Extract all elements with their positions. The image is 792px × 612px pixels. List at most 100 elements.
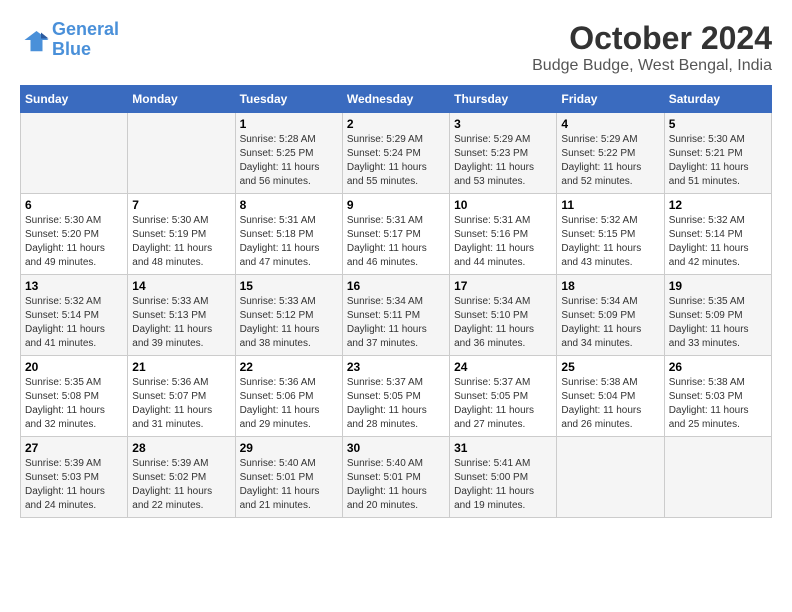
day-info: Sunrise: 5:30 AMSunset: 5:21 PMDaylight:… (669, 133, 767, 189)
calendar-cell (21, 113, 128, 194)
day-number: 20 (25, 360, 123, 374)
calendar-cell: 29 Sunrise: 5:40 AMSunset: 5:01 PMDayligh… (235, 437, 342, 518)
day-info: Sunrise: 5:29 AMSunset: 5:24 PMDaylight:… (347, 133, 445, 189)
day-number: 22 (240, 360, 338, 374)
day-number: 1 (240, 117, 338, 131)
day-info: Sunrise: 5:29 AMSunset: 5:23 PMDaylight:… (454, 133, 552, 189)
day-info: Sunrise: 5:34 AMSunset: 5:11 PMDaylight:… (347, 295, 445, 351)
day-number: 28 (132, 441, 230, 455)
day-info: Sunrise: 5:35 AMSunset: 5:08 PMDaylight:… (25, 376, 123, 432)
logo-line2: Blue (52, 39, 91, 59)
day-number: 26 (669, 360, 767, 374)
day-number: 13 (25, 279, 123, 293)
day-info: Sunrise: 5:40 AMSunset: 5:01 PMDaylight:… (240, 457, 338, 513)
calendar-cell: 1 Sunrise: 5:28 AMSunset: 5:25 PMDaylight… (235, 113, 342, 194)
day-number: 16 (347, 279, 445, 293)
day-info: Sunrise: 5:38 AMSunset: 5:04 PMDaylight:… (561, 376, 659, 432)
day-number: 27 (25, 441, 123, 455)
calendar-cell: 12 Sunrise: 5:32 AMSunset: 5:14 PMDayligh… (664, 194, 771, 275)
day-info: Sunrise: 5:37 AMSunset: 5:05 PMDaylight:… (454, 376, 552, 432)
day-info: Sunrise: 5:33 AMSunset: 5:13 PMDaylight:… (132, 295, 230, 351)
main-title: October 2024 (532, 20, 772, 57)
calendar-cell: 14 Sunrise: 5:33 AMSunset: 5:13 PMDayligh… (128, 275, 235, 356)
day-number: 7 (132, 198, 230, 212)
calendar-cell: 10Sunrise: 5:31 AMSunset: 5:16 PMDayligh… (450, 194, 557, 275)
calendar-cell: 30Sunrise: 5:40 AMSunset: 5:01 PMDayligh… (342, 437, 449, 518)
day-info: Sunrise: 5:30 AMSunset: 5:20 PMDaylight:… (25, 214, 123, 270)
calendar-cell: 7 Sunrise: 5:30 AMSunset: 5:19 PMDaylight… (128, 194, 235, 275)
week-row-3: 13 Sunrise: 5:32 AMSunset: 5:14 PMDayligh… (21, 275, 772, 356)
day-info: Sunrise: 5:39 AMSunset: 5:02 PMDaylight:… (132, 457, 230, 513)
day-number: 14 (132, 279, 230, 293)
calendar-cell: 28 Sunrise: 5:39 AMSunset: 5:02 PMDayligh… (128, 437, 235, 518)
day-number: 11 (561, 198, 659, 212)
calendar-cell: 9 Sunrise: 5:31 AMSunset: 5:17 PMDaylight… (342, 194, 449, 275)
week-row-4: 20 Sunrise: 5:35 AMSunset: 5:08 PMDayligh… (21, 356, 772, 437)
day-info: Sunrise: 5:40 AMSunset: 5:01 PMDaylight:… (347, 457, 445, 513)
header-sunday: Sunday (21, 86, 128, 113)
calendar-cell: 23Sunrise: 5:37 AMSunset: 5:05 PMDayligh… (342, 356, 449, 437)
day-number: 12 (669, 198, 767, 212)
calendar-cell: 3 Sunrise: 5:29 AMSunset: 5:23 PMDaylight… (450, 113, 557, 194)
day-info: Sunrise: 5:36 AMSunset: 5:07 PMDaylight:… (132, 376, 230, 432)
day-number: 24 (454, 360, 552, 374)
day-info: Sunrise: 5:32 AMSunset: 5:15 PMDaylight:… (561, 214, 659, 270)
calendar-cell: 4Sunrise: 5:29 AMSunset: 5:22 PMDaylight… (557, 113, 664, 194)
calendar-table: SundayMondayTuesdayWednesdayThursdayFrid… (20, 85, 772, 518)
calendar-cell: 21 Sunrise: 5:36 AMSunset: 5:07 PMDayligh… (128, 356, 235, 437)
day-info: Sunrise: 5:38 AMSunset: 5:03 PMDaylight:… (669, 376, 767, 432)
day-number: 21 (132, 360, 230, 374)
calendar-cell: 27 Sunrise: 5:39 AMSunset: 5:03 PMDayligh… (21, 437, 128, 518)
header-wednesday: Wednesday (342, 86, 449, 113)
calendar-cell (557, 437, 664, 518)
calendar-cell: 19 Sunrise: 5:35 AMSunset: 5:09 PMDayligh… (664, 275, 771, 356)
day-number: 4 (561, 117, 659, 131)
day-info: Sunrise: 5:31 AMSunset: 5:18 PMDaylight:… (240, 214, 338, 270)
day-number: 9 (347, 198, 445, 212)
day-number: 29 (240, 441, 338, 455)
day-number: 17 (454, 279, 552, 293)
calendar-cell: 2 Sunrise: 5:29 AMSunset: 5:24 PMDaylight… (342, 113, 449, 194)
day-info: Sunrise: 5:32 AMSunset: 5:14 PMDaylight:… (669, 214, 767, 270)
day-number: 25 (561, 360, 659, 374)
day-info: Sunrise: 5:34 AMSunset: 5:10 PMDaylight:… (454, 295, 552, 351)
header-tuesday: Tuesday (235, 86, 342, 113)
day-number: 10 (454, 198, 552, 212)
calendar-cell (128, 113, 235, 194)
calendar-cell: 18Sunrise: 5:34 AMSunset: 5:09 PMDayligh… (557, 275, 664, 356)
day-info: Sunrise: 5:32 AMSunset: 5:14 PMDaylight:… (25, 295, 123, 351)
calendar-cell: 25 Sunrise: 5:38 AMSunset: 5:04 PMDayligh… (557, 356, 664, 437)
day-info: Sunrise: 5:39 AMSunset: 5:03 PMDaylight:… (25, 457, 123, 513)
day-number: 5 (669, 117, 767, 131)
day-info: Sunrise: 5:41 AMSunset: 5:00 PMDaylight:… (454, 457, 552, 513)
calendar-cell: 8 Sunrise: 5:31 AMSunset: 5:18 PMDaylight… (235, 194, 342, 275)
week-row-5: 27 Sunrise: 5:39 AMSunset: 5:03 PMDayligh… (21, 437, 772, 518)
day-number: 2 (347, 117, 445, 131)
day-number: 19 (669, 279, 767, 293)
day-info: Sunrise: 5:34 AMSunset: 5:09 PMDaylight:… (561, 295, 659, 351)
day-info: Sunrise: 5:28 AMSunset: 5:25 PMDaylight:… (240, 133, 338, 189)
header-saturday: Saturday (664, 86, 771, 113)
day-info: Sunrise: 5:36 AMSunset: 5:06 PMDaylight:… (240, 376, 338, 432)
calendar-cell: 26 Sunrise: 5:38 AMSunset: 5:03 PMDayligh… (664, 356, 771, 437)
day-number: 15 (240, 279, 338, 293)
logo-icon (20, 25, 50, 55)
day-info: Sunrise: 5:31 AMSunset: 5:17 PMDaylight:… (347, 214, 445, 270)
day-number: 8 (240, 198, 338, 212)
day-info: Sunrise: 5:33 AMSunset: 5:12 PMDaylight:… (240, 295, 338, 351)
calendar-cell: 5 Sunrise: 5:30 AMSunset: 5:21 PMDaylight… (664, 113, 771, 194)
calendar-cell: 13 Sunrise: 5:32 AMSunset: 5:14 PMDayligh… (21, 275, 128, 356)
calendar-cell: 24 Sunrise: 5:37 AMSunset: 5:05 PMDayligh… (450, 356, 557, 437)
day-info: Sunrise: 5:35 AMSunset: 5:09 PMDaylight:… (669, 295, 767, 351)
header-monday: Monday (128, 86, 235, 113)
title-area: October 2024 Budge Budge, West Bengal, I… (532, 20, 772, 75)
page-header: General Blue October 2024 Budge Budge, W… (20, 20, 772, 75)
calendar-cell: 6 Sunrise: 5:30 AMSunset: 5:20 PMDaylight… (21, 194, 128, 275)
week-row-2: 6 Sunrise: 5:30 AMSunset: 5:20 PMDaylight… (21, 194, 772, 275)
logo-line1: General (52, 19, 119, 39)
day-number: 3 (454, 117, 552, 131)
calendar-cell: 17 Sunrise: 5:34 AMSunset: 5:10 PMDayligh… (450, 275, 557, 356)
day-info: Sunrise: 5:30 AMSunset: 5:19 PMDaylight:… (132, 214, 230, 270)
day-info: Sunrise: 5:37 AMSunset: 5:05 PMDaylight:… (347, 376, 445, 432)
day-number: 6 (25, 198, 123, 212)
